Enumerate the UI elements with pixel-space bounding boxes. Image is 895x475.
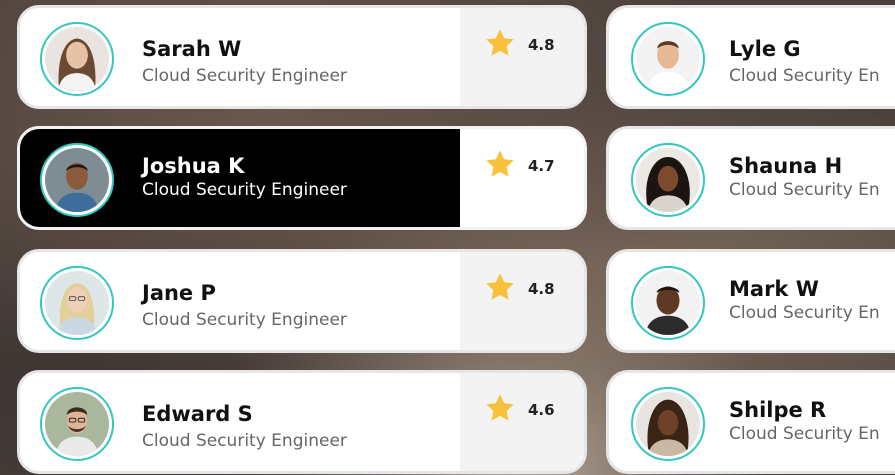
card-rating-area bbox=[460, 252, 584, 350]
engineer-name: Joshua K bbox=[142, 154, 245, 178]
rating-value: 4.8 bbox=[528, 280, 555, 298]
avatar bbox=[40, 387, 114, 461]
rating-value: 4.6 bbox=[528, 401, 555, 419]
engineer-card-joshua-k[interactable]: Joshua K Cloud Security Engineer 4.7 bbox=[17, 126, 587, 230]
avatar bbox=[631, 143, 705, 217]
avatar bbox=[40, 266, 114, 340]
avatar bbox=[631, 387, 705, 461]
engineer-card-jane-p[interactable]: Jane P Cloud Security Engineer 4.8 bbox=[17, 249, 587, 353]
engineer-title: Cloud Security Engineer bbox=[142, 431, 347, 451]
engineer-name: Sarah W bbox=[142, 37, 242, 61]
rating-value: 4.7 bbox=[528, 157, 555, 175]
engineer-name: Jane P bbox=[142, 281, 216, 305]
engineer-card-shauna-h[interactable]: Shauna H Cloud Security En bbox=[606, 126, 895, 230]
engineer-card-lyle-g[interactable]: Lyle G Cloud Security En bbox=[606, 5, 895, 109]
avatar bbox=[40, 143, 114, 217]
card-rating-area bbox=[460, 129, 584, 227]
engineer-title: Cloud Security Engineer bbox=[142, 180, 347, 200]
engineer-name: Mark W bbox=[729, 277, 819, 301]
star-icon bbox=[486, 29, 514, 56]
engineer-card-mark-w[interactable]: Mark W Cloud Security En bbox=[606, 249, 895, 353]
avatar bbox=[631, 22, 705, 96]
avatar bbox=[40, 22, 114, 96]
engineer-name: Lyle G bbox=[729, 37, 801, 61]
engineer-title: Cloud Security Engineer bbox=[142, 310, 347, 330]
engineer-title: Cloud Security Engineer bbox=[142, 66, 347, 86]
rating-value: 4.8 bbox=[528, 36, 555, 54]
engineer-card-edward-s[interactable]: Edward S Cloud Security Engineer 4.6 bbox=[17, 370, 587, 474]
avatar bbox=[631, 266, 705, 340]
card-rating-area bbox=[460, 373, 584, 471]
engineer-title: Cloud Security En bbox=[729, 424, 880, 444]
star-icon bbox=[486, 273, 514, 300]
engineer-title: Cloud Security En bbox=[729, 180, 880, 200]
star-icon bbox=[486, 394, 514, 421]
engineer-title: Cloud Security En bbox=[729, 303, 880, 323]
engineer-title: Cloud Security En bbox=[729, 66, 880, 86]
card-rating-area bbox=[460, 8, 584, 106]
engineer-name: Shilpe R bbox=[729, 398, 827, 422]
engineer-name: Shauna H bbox=[729, 154, 843, 178]
engineer-card-sarah-w[interactable]: Sarah W Cloud Security Engineer 4.8 bbox=[17, 5, 587, 109]
engineer-card-shilpe-r[interactable]: Shilpe R Cloud Security En bbox=[606, 370, 895, 474]
engineer-name: Edward S bbox=[142, 402, 253, 426]
star-icon bbox=[486, 150, 514, 177]
